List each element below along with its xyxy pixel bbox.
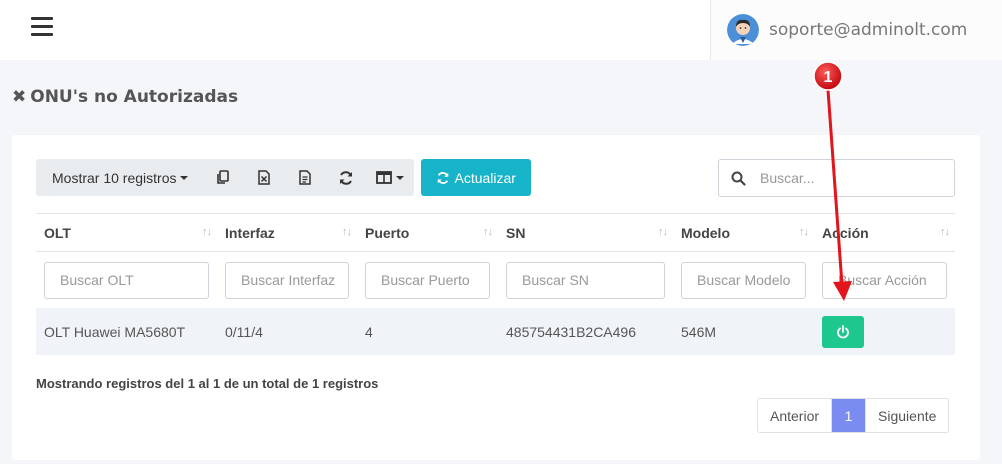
filter-modelo-input[interactable]: [681, 261, 806, 299]
column-header-puerto[interactable]: Puerto ↑↓: [357, 214, 498, 251]
cell-olt: OLT Huawei MA5680T: [44, 323, 186, 340]
annotation-marker-label: 1: [824, 69, 833, 86]
cell-interfaz: 0/11/4: [225, 323, 263, 340]
excel-button[interactable]: [243, 159, 284, 196]
copy-icon: [217, 170, 229, 184]
export-button-group: Mostrar 10 registros: [36, 159, 415, 196]
caret-down-icon: [180, 175, 189, 180]
search-icon: [731, 171, 746, 186]
cell-modelo: 546M: [681, 323, 717, 340]
page-title-text: ONU's no Autorizadas: [30, 87, 239, 107]
page-length-label: Mostrar 10 registros: [52, 169, 177, 186]
cell-accion: [814, 315, 955, 348]
page-length-dropdown[interactable]: Mostrar 10 registros: [36, 159, 202, 196]
sort-icon: ↑↓: [483, 226, 493, 238]
cell-puerto: 4: [365, 323, 373, 340]
filter-interfaz-input[interactable]: [225, 261, 349, 299]
page-title: ✖ ONU's no Autorizadas: [12, 87, 238, 107]
user-email: soporte@adminolt.com: [769, 20, 968, 40]
csv-button[interactable]: [284, 159, 325, 196]
sort-icon: ↑↓: [799, 226, 809, 238]
columns-icon: [376, 171, 393, 184]
reload-icon: [339, 170, 352, 185]
filter-row: [36, 252, 955, 308]
sync-icon: [438, 171, 449, 184]
csv-icon: [299, 170, 311, 185]
next-page-button[interactable]: Siguiente: [865, 399, 948, 432]
column-header-modelo[interactable]: Modelo ↑↓: [673, 214, 814, 251]
table-header: OLT ↑↓ Interfaz ↑↓ Puerto ↑↓ SN ↑↓ Model…: [36, 213, 955, 252]
table-row: OLT Huawei MA5680T 0/11/4 4 485754431B2C…: [36, 308, 955, 355]
column-visibility-dropdown[interactable]: [366, 159, 414, 196]
close-icon: ✖: [12, 87, 27, 107]
annotation-marker: [813, 61, 843, 91]
filter-accion-input[interactable]: [822, 261, 947, 299]
prev-page-button[interactable]: Anterior: [758, 399, 831, 432]
filter-puerto-input[interactable]: [365, 261, 490, 299]
authorize-button[interactable]: [822, 315, 864, 348]
column-header-sn[interactable]: SN ↑↓: [498, 214, 673, 251]
caret-down-icon: [396, 175, 405, 180]
column-header-accion[interactable]: Acción ↑↓: [814, 214, 955, 251]
copy-button[interactable]: [202, 159, 243, 196]
filter-olt-input[interactable]: [44, 261, 209, 299]
page-button-1[interactable]: 1: [831, 399, 866, 432]
pagination: Anterior 1 Siguiente: [757, 398, 950, 433]
user-menu[interactable]: soporte@adminolt.com: [710, 0, 1002, 60]
avatar: [727, 14, 759, 46]
column-header-olt[interactable]: OLT ↑↓: [36, 214, 217, 251]
top-navbar: soporte@adminolt.com: [0, 0, 1002, 60]
column-header-interfaz[interactable]: Interfaz ↑↓: [217, 214, 357, 251]
onu-table: OLT ↑↓ Interfaz ↑↓ Puerto ↑↓ SN ↑↓ Model…: [36, 213, 955, 355]
sort-icon: ↑↓: [940, 226, 950, 238]
sort-icon: ↑↓: [342, 226, 352, 238]
global-search: [718, 159, 955, 197]
reload-button[interactable]: [325, 159, 366, 196]
cell-sn: 485754431B2CA496: [506, 323, 637, 340]
power-icon: [837, 324, 849, 338]
onu-table-card: Mostrar 10 registros Actualizar Buscar..…: [12, 135, 980, 460]
search-input[interactable]: [760, 170, 940, 186]
refresh-button[interactable]: Actualizar: [421, 159, 531, 196]
excel-icon: [258, 170, 270, 185]
refresh-label: Actualizar: [454, 169, 516, 186]
table-info: Mostrando registros del 1 al 1 de un tot…: [36, 376, 379, 391]
sort-icon: ↑↓: [658, 226, 668, 238]
sort-icon: ↑↓: [202, 226, 212, 238]
table-toolbar: Mostrar 10 registros Actualizar: [36, 159, 531, 196]
filter-sn-input[interactable]: [506, 261, 665, 299]
menu-toggle-icon[interactable]: [31, 17, 53, 37]
